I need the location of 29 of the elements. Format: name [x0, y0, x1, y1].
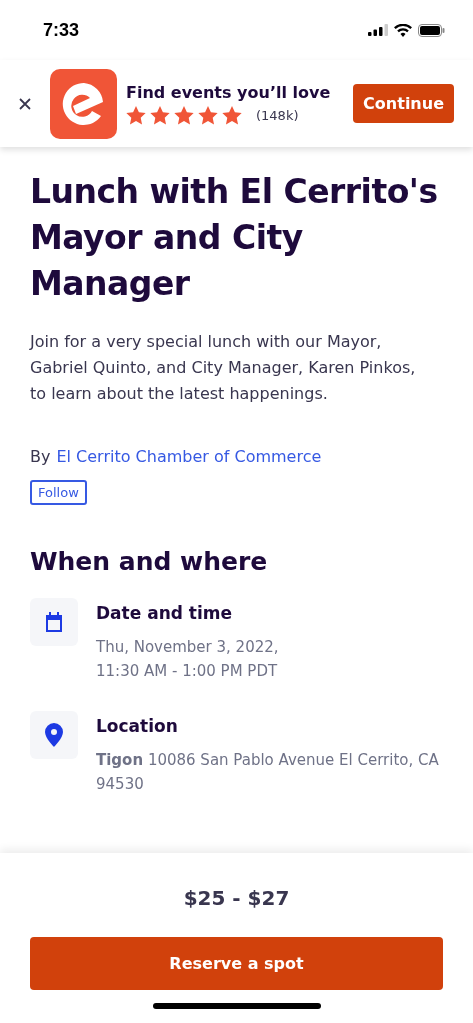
review-count: (148k) — [256, 107, 299, 123]
wifi-icon — [394, 23, 412, 37]
detail-label: Location — [96, 716, 179, 736]
continue-button[interactable]: Continue — [353, 84, 454, 123]
star-icon — [174, 105, 194, 125]
banner-title: Find events you’ll love — [126, 82, 332, 102]
calendar-icon — [45, 612, 63, 632]
detail-label: Date and time — [96, 603, 234, 623]
detail-text: Thu, November 3, 2022, — [96, 637, 279, 658]
section-heading: When and where — [30, 547, 269, 576]
star-icon — [126, 105, 146, 125]
battery-icon — [418, 23, 445, 37]
reserve-button[interactable]: Reserve a spot — [30, 937, 443, 990]
star-icon — [150, 105, 170, 125]
signal-icon — [368, 24, 388, 36]
close-button[interactable] — [17, 95, 33, 112]
organizer-prefix: By — [30, 447, 51, 466]
location-pin-icon — [45, 723, 63, 747]
app-logo-icon — [50, 68, 117, 139]
status-time: 7:33 — [43, 19, 80, 41]
event-description: Join for a very special lunch with our Mayor, Gabriel Quinto, and City Manager, Karen Pinkos, to learn about the latest happenings. — [30, 331, 417, 405]
star-icon — [198, 105, 218, 125]
price-range: $25 - $27 — [183, 886, 290, 910]
detail-text: 11:30 AM - 1:00 PM PDT — [96, 661, 279, 682]
follow-button[interactable]: Follow — [30, 480, 87, 505]
organizer-link[interactable]: El Cerrito Chamber of Commerce — [56, 447, 322, 466]
star-icon — [222, 105, 242, 125]
event-title: Lunch with El Cerrito's Mayor and City Manager — [30, 171, 439, 305]
detail-text: Tigon 10086 San Pablo Avenue El Cerrito, CA 94530 — [96, 750, 440, 795]
